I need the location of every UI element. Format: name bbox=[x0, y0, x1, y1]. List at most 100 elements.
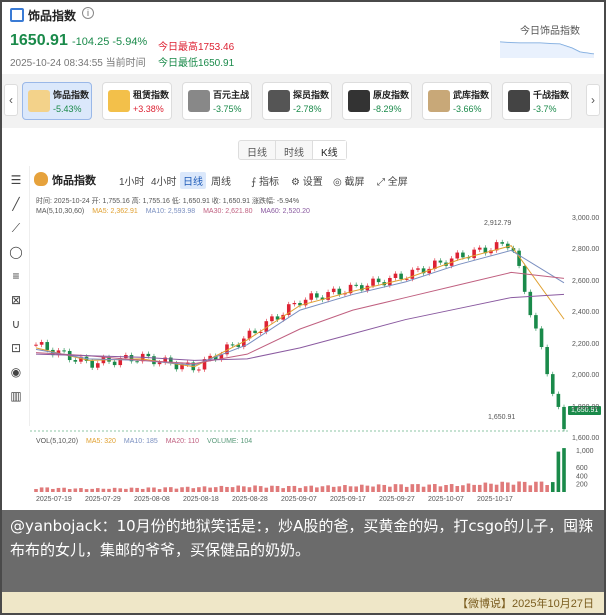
volume-bar bbox=[320, 486, 325, 492]
current-price: 1650.91 bbox=[10, 32, 68, 49]
circle-tool-icon[interactable]: ◯ bbox=[8, 244, 24, 260]
candle bbox=[545, 347, 549, 375]
category-card[interactable]: 武库指数 -3.66% bbox=[422, 82, 492, 120]
candle bbox=[309, 293, 314, 300]
price-chart[interactable] bbox=[30, 214, 604, 444]
candle bbox=[500, 242, 505, 244]
category-card[interactable]: 千战指数 -3.7% bbox=[502, 82, 572, 120]
candle bbox=[95, 363, 100, 368]
fullscreen-button[interactable]: ⤢ 全屏 bbox=[374, 172, 411, 189]
volume-bar bbox=[393, 484, 398, 492]
category-card[interactable]: 饰品指数 -5.43% bbox=[22, 82, 92, 120]
volume-bar bbox=[258, 486, 263, 492]
category-card[interactable]: 探员指数 -2.78% bbox=[262, 82, 332, 120]
tab-hourly[interactable]: 时线 bbox=[276, 141, 313, 159]
lock-icon[interactable]: ⊡ bbox=[8, 340, 24, 356]
screenshot-button[interactable]: ◎ 截屏 bbox=[330, 172, 368, 189]
trash-icon[interactable]: ▥ bbox=[8, 388, 24, 404]
candle bbox=[399, 273, 403, 280]
candle bbox=[522, 265, 527, 292]
volume-bar bbox=[230, 487, 235, 492]
volume-bar bbox=[331, 486, 336, 492]
scroll-right-button[interactable]: › bbox=[586, 84, 600, 116]
info-icon[interactable]: i bbox=[82, 7, 94, 19]
volume-bar bbox=[404, 486, 409, 492]
volume-bar bbox=[84, 489, 89, 492]
low-label: 1,650.91 bbox=[488, 414, 516, 421]
volume-bar bbox=[433, 484, 437, 492]
fib-tool-icon[interactable]: ≡ bbox=[8, 268, 24, 284]
caption-text: @yanbojack：10月份的地狱笑话是：，炒A股的爸，买黄金的妈，打csgo… bbox=[2, 510, 604, 592]
candle bbox=[270, 316, 274, 322]
volume-bar bbox=[477, 484, 482, 492]
x-tick-label: 2025-09-27 bbox=[379, 496, 415, 503]
candle bbox=[135, 361, 139, 363]
ohlc-readout: 时间: 2025-10-24 开: 1,755.16 高: 1,755.16 低… bbox=[36, 198, 300, 205]
volume-bar bbox=[427, 484, 431, 492]
menu-icon[interactable]: ☰ bbox=[8, 172, 24, 188]
indicator-button[interactable]: ⨍ 指标 bbox=[248, 172, 282, 189]
candle bbox=[197, 369, 201, 371]
candle bbox=[556, 393, 561, 407]
category-name: 百元主战 bbox=[213, 90, 250, 100]
category-thumbnail-icon bbox=[28, 90, 50, 112]
volume-bar bbox=[174, 488, 179, 492]
rect-tool-icon[interactable]: ⊠ bbox=[8, 292, 24, 308]
price-change: -104.25 -5.94% bbox=[72, 36, 148, 48]
volume-bar bbox=[152, 487, 156, 492]
candle bbox=[146, 353, 151, 357]
candle bbox=[539, 328, 544, 348]
category-card[interactable]: 百元主战 -3.75% bbox=[182, 82, 252, 120]
indicator-icon: ⨍ bbox=[251, 177, 259, 188]
volume-bar bbox=[455, 485, 460, 492]
x-tick-label: 2025-07-19 bbox=[36, 496, 72, 503]
today-low: 今日最低1650.91 bbox=[158, 58, 235, 69]
volume-bar bbox=[399, 484, 403, 492]
screenshot-label: 截屏 bbox=[344, 177, 365, 188]
candle bbox=[534, 315, 538, 329]
volume-bar bbox=[315, 487, 319, 492]
magnet-icon[interactable]: ∪ bbox=[8, 316, 24, 332]
interval-daily[interactable]: 日线 bbox=[180, 172, 206, 189]
sparkline bbox=[500, 41, 594, 58]
volume-bar bbox=[309, 485, 314, 492]
candle bbox=[354, 284, 358, 286]
category-card[interactable]: 原皮指数 -8.29% bbox=[342, 82, 412, 120]
line-tool-icon[interactable]: ╱ bbox=[8, 196, 24, 212]
candle bbox=[34, 344, 38, 346]
view-tabs: 日线 时线 K线 bbox=[238, 140, 347, 160]
scroll-left-button[interactable]: ‹ bbox=[4, 84, 18, 116]
peak-label: 2,912.79 bbox=[484, 220, 512, 227]
volume-bar bbox=[337, 486, 342, 492]
candle bbox=[73, 360, 78, 362]
category-name: 饰品指数 bbox=[53, 90, 90, 100]
category-pct: -3.7% bbox=[533, 104, 557, 114]
tab-kline[interactable]: K线 bbox=[313, 141, 346, 159]
interval-weekly[interactable]: 周线 bbox=[208, 172, 234, 189]
category-pct: +3.38% bbox=[133, 104, 164, 114]
volume-bar bbox=[438, 486, 443, 492]
x-tick-label: 2025-08-28 bbox=[232, 496, 268, 503]
category-card[interactable]: 租赁指数 +3.38% bbox=[102, 82, 172, 120]
interval-1h[interactable]: 1小时 bbox=[116, 172, 148, 189]
volume-bar bbox=[461, 485, 465, 492]
candle bbox=[455, 252, 460, 259]
volume-bar bbox=[124, 488, 128, 492]
category-name: 武库指数 bbox=[453, 90, 490, 100]
volume-y-tick: 1,000 bbox=[576, 448, 594, 455]
volume-bar bbox=[45, 487, 50, 492]
x-tick-label: 2025-10-07 bbox=[428, 496, 464, 503]
eye-icon[interactable]: ◉ bbox=[8, 364, 24, 380]
interval-4h[interactable]: 4小时 bbox=[148, 172, 180, 189]
volume-bar bbox=[242, 486, 246, 492]
ray-tool-icon[interactable]: ⟋ bbox=[8, 220, 24, 236]
index-header: 饰品指数 i 1650.91 -104.25 -5.94% 2025-10-24… bbox=[2, 2, 604, 74]
tab-daily[interactable]: 日线 bbox=[239, 141, 276, 159]
volume-chart[interactable]: 1,000 600400 200 bbox=[30, 444, 604, 494]
volume-bar bbox=[421, 486, 426, 492]
volume-bar bbox=[354, 486, 358, 492]
candle bbox=[39, 342, 44, 345]
volume-bar bbox=[466, 483, 471, 492]
chart-name: 饰品指数 bbox=[52, 175, 96, 187]
settings-button[interactable]: ⚙ 设置 bbox=[288, 172, 326, 189]
